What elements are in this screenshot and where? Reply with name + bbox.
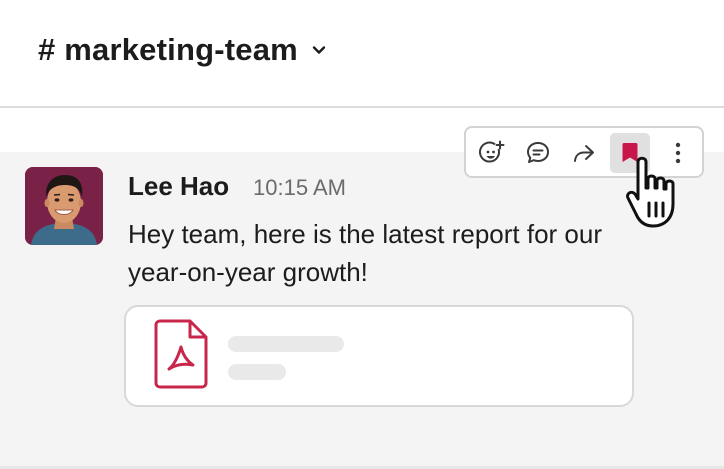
- file-attachment[interactable]: [124, 305, 634, 407]
- more-actions-button[interactable]: [658, 133, 698, 173]
- message-timestamp[interactable]: 10:15 AM: [253, 175, 346, 201]
- thread-bubble-icon: [527, 142, 549, 163]
- sender-name[interactable]: Lee Hao: [128, 171, 229, 202]
- message-actions-toolbar: [464, 126, 704, 178]
- share-button[interactable]: [564, 133, 604, 173]
- emoji-add-icon: [479, 140, 505, 163]
- avatar[interactable]: [25, 167, 103, 245]
- bookmark-icon: [622, 143, 638, 162]
- add-reaction-button[interactable]: [472, 133, 512, 173]
- file-name-placeholder: [228, 336, 344, 352]
- channel-header: # marketing-team: [0, 0, 724, 108]
- chevron-down-icon: [312, 46, 326, 54]
- channel-name: # marketing-team: [38, 32, 298, 67]
- message-body: Hey team, here is the latest report for …: [128, 219, 602, 287]
- file-meta-placeholder: [228, 364, 286, 380]
- save-for-later-button[interactable]: [610, 133, 650, 173]
- reply-in-thread-button[interactable]: [518, 133, 558, 173]
- user-avatar-image: [25, 167, 103, 245]
- pdf-file-icon: [154, 319, 208, 389]
- more-vertical-icon: [675, 142, 681, 164]
- forward-arrow-icon: [574, 145, 594, 162]
- channel-title[interactable]: # marketing-team: [38, 32, 326, 68]
